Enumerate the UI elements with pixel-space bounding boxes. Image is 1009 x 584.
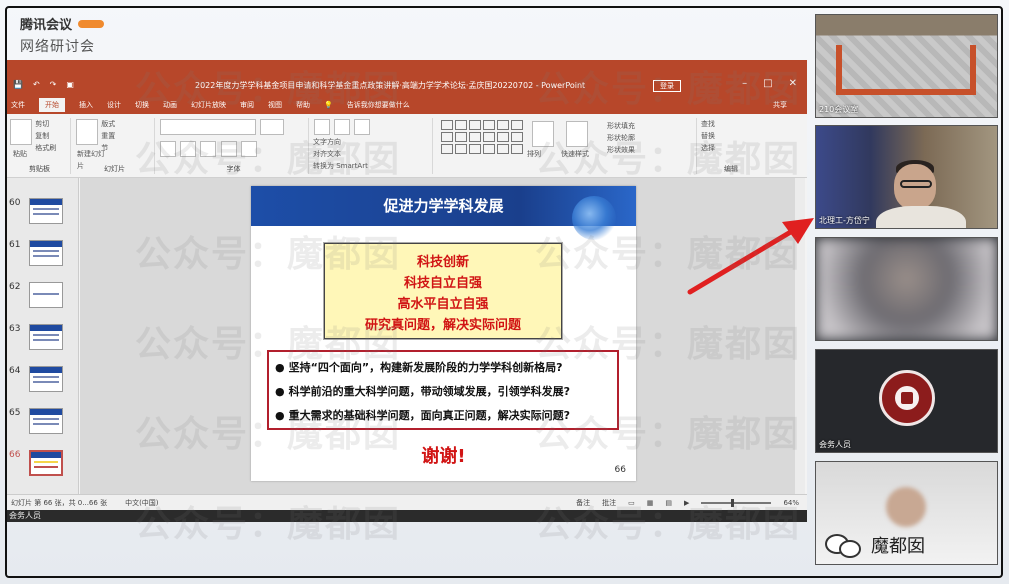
channel-badge: 魔都囡 bbox=[825, 532, 925, 558]
wechat-icon bbox=[825, 532, 865, 558]
channel-name: 魔都囡 bbox=[871, 536, 925, 557]
screen-border bbox=[5, 6, 1003, 578]
